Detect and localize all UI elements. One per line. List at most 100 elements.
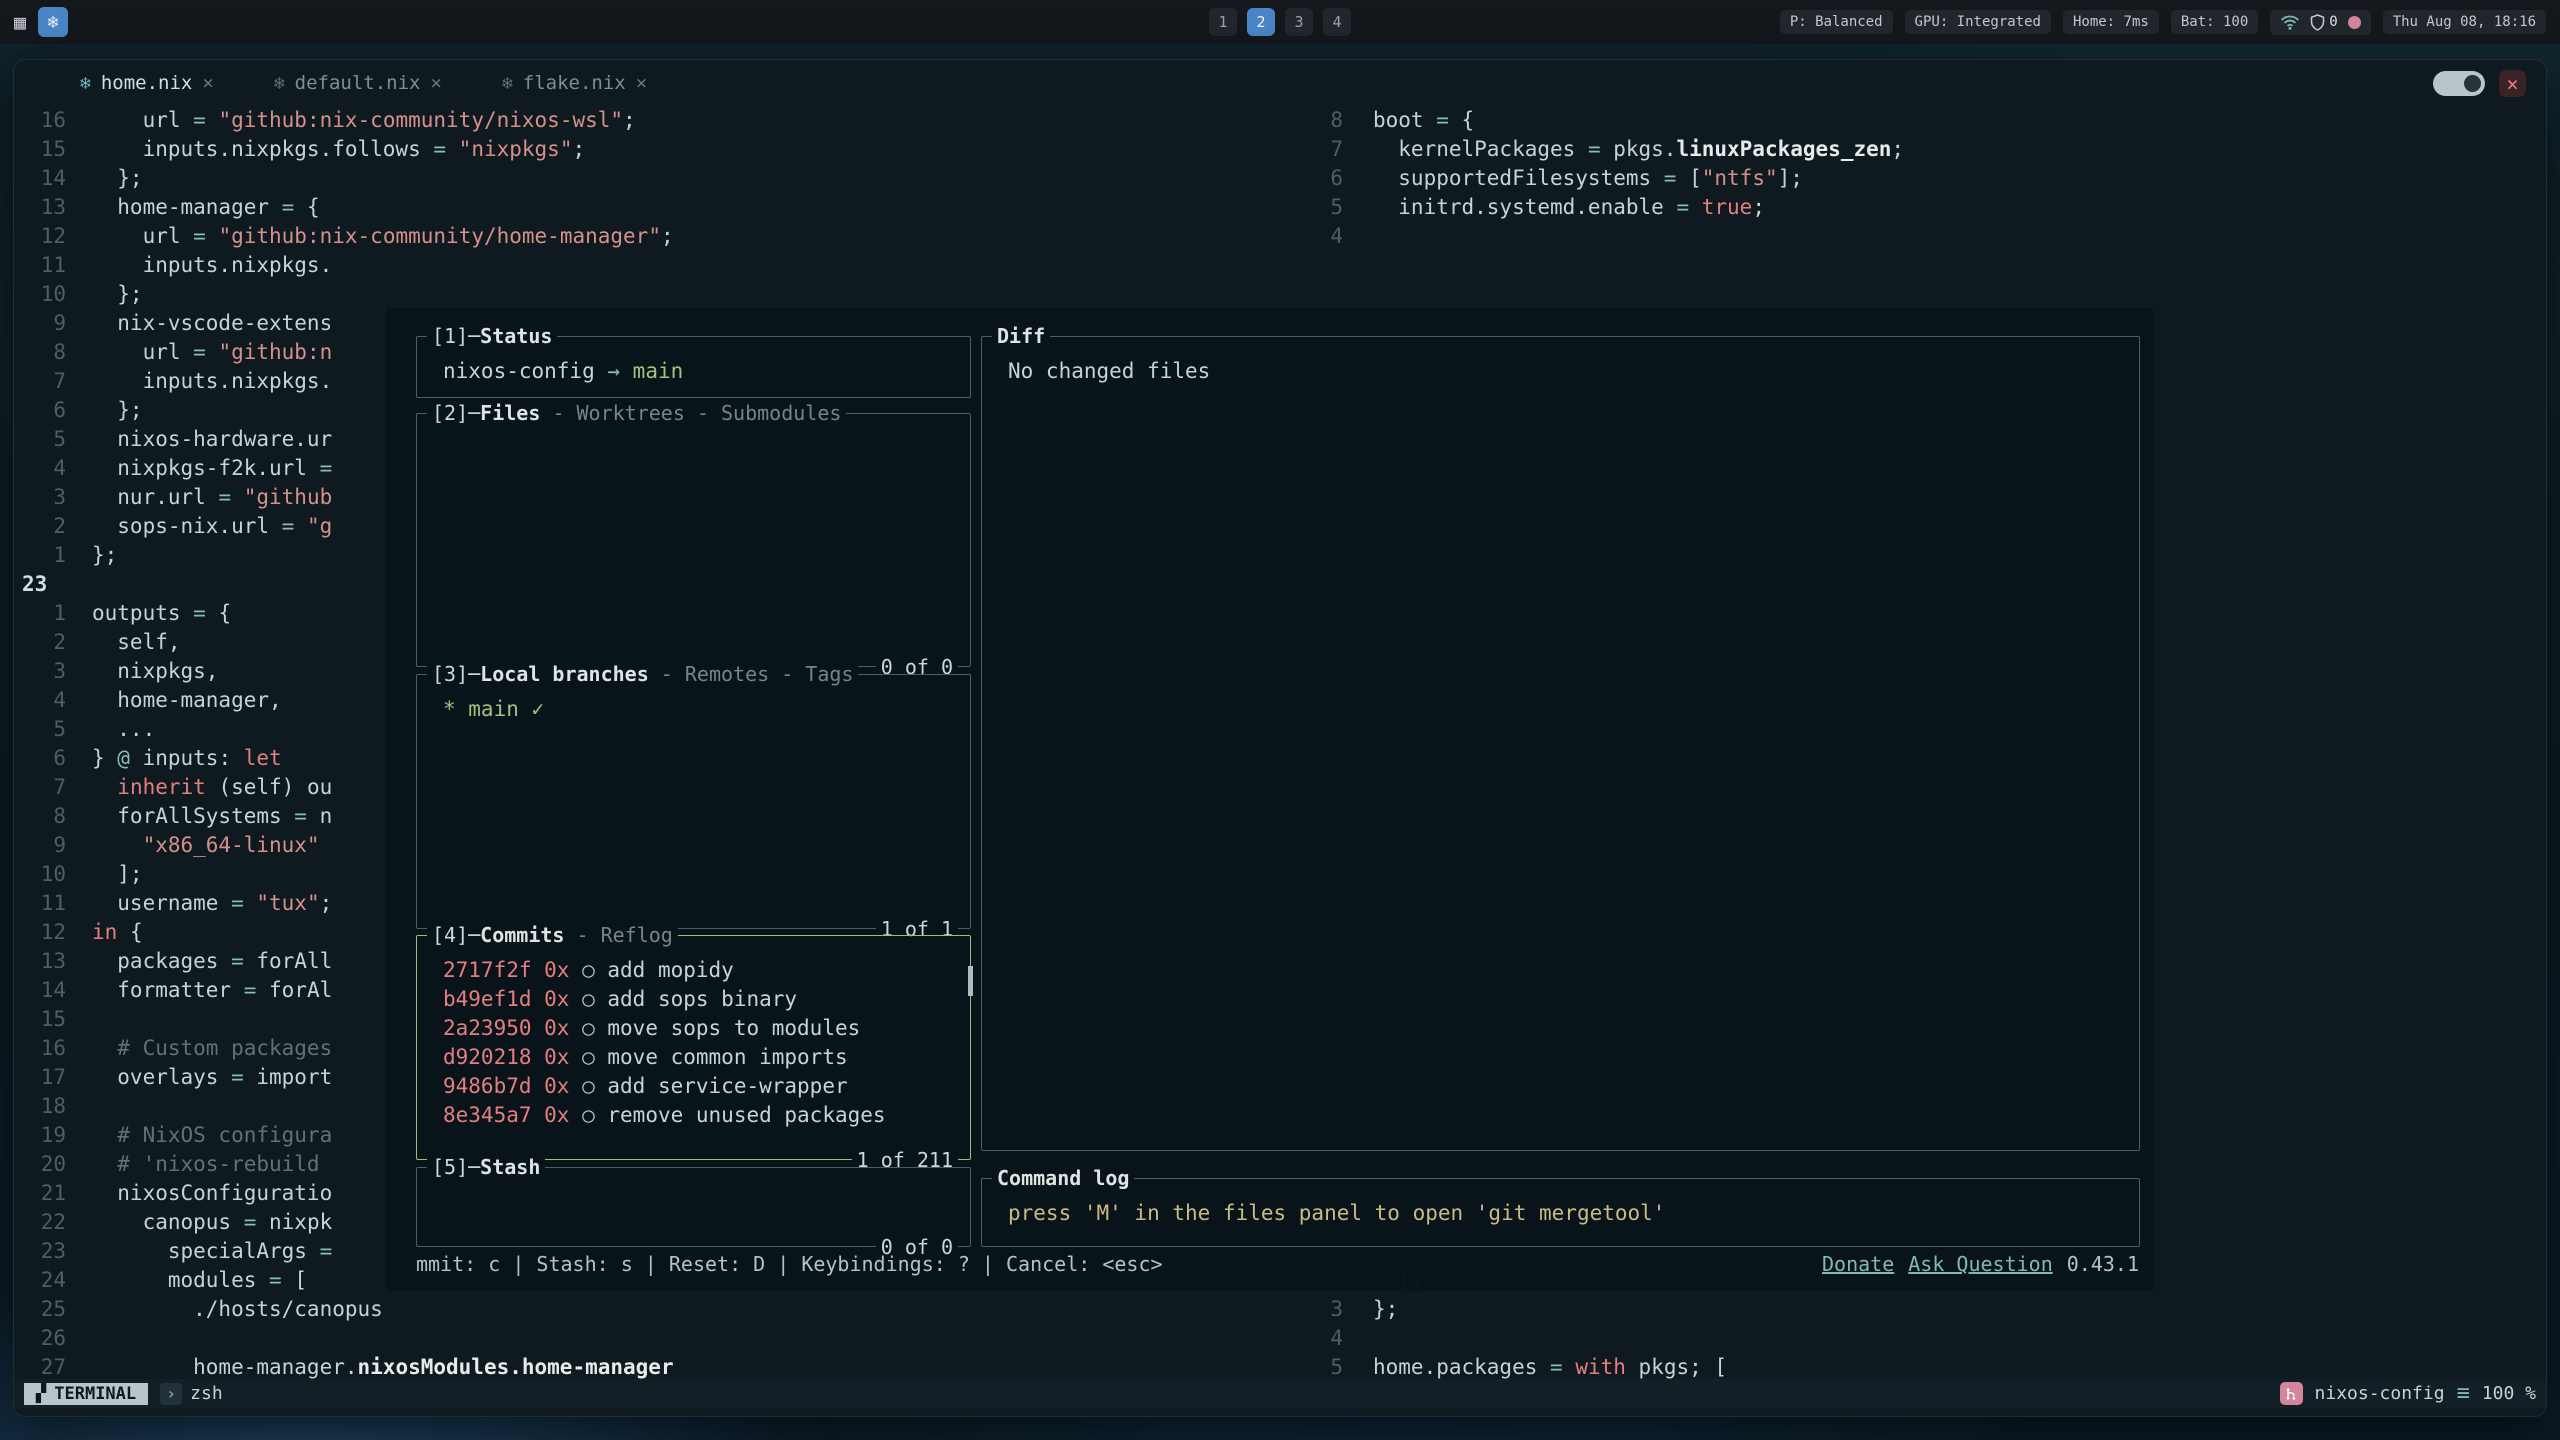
token: }; bbox=[92, 282, 143, 306]
gpu-chip: GPU: Integrated bbox=[1905, 10, 2051, 34]
tab-close-icon[interactable]: × bbox=[636, 72, 647, 94]
token: = bbox=[282, 195, 307, 219]
line-number: 4 bbox=[1321, 1324, 1351, 1353]
line-number: 8 bbox=[14, 338, 78, 367]
line-number: 5 bbox=[1321, 193, 1351, 222]
lazygit-branches-panel[interactable]: [3]─Local branches - Remotes - Tags 1 of… bbox=[416, 674, 971, 929]
line-text: packages = forAll bbox=[78, 947, 332, 976]
line-number: 11 bbox=[14, 889, 78, 918]
commits-content: 2717f2f 0x ○ add mopidyb49ef1d 0x ○ add … bbox=[417, 936, 970, 1159]
token: = bbox=[1588, 137, 1613, 161]
commit-row[interactable]: 2717f2f 0x ○ add mopidy bbox=[429, 956, 958, 985]
token: nur.url bbox=[92, 485, 218, 509]
app-launcher-icon[interactable]: ▦ bbox=[14, 12, 26, 32]
line-number: 15 bbox=[14, 135, 78, 164]
line-text: 2a23950 0x ○ move sops to modules bbox=[429, 1014, 860, 1043]
token: inputs.nixpkgs.follows bbox=[92, 137, 433, 161]
system-tray[interactable]: 0 bbox=[2270, 10, 2370, 35]
token: = bbox=[1436, 108, 1461, 132]
token: } bbox=[92, 746, 117, 770]
line-text: nix-vscode-extens bbox=[78, 309, 332, 338]
line-text: No changed files bbox=[994, 357, 1210, 386]
token: "nixpkgs" bbox=[459, 137, 573, 161]
scroll-percent: 100 % bbox=[2482, 1383, 2536, 1404]
text-line: press 'M' in the files panel to open 'gi… bbox=[994, 1199, 2127, 1228]
nixos-logo-tile[interactable]: ❄ bbox=[38, 7, 68, 37]
commit-row[interactable]: 8e345a7 0x ○ remove unused packages bbox=[429, 1101, 958, 1130]
terminal-mode-chip[interactable]: ▞ TERMINAL bbox=[24, 1383, 148, 1405]
line-number: 16 bbox=[14, 1034, 78, 1063]
token: 0x bbox=[544, 958, 582, 982]
commit-row[interactable]: 2a23950 0x ○ move sops to modules bbox=[429, 1014, 958, 1043]
line-number: 10 bbox=[14, 860, 78, 889]
window-close-button[interactable]: × bbox=[2499, 70, 2526, 97]
token: d920218 bbox=[443, 1045, 544, 1069]
line-text: # NixOS configura bbox=[78, 1121, 332, 1150]
line-number: 8 bbox=[14, 802, 78, 831]
line-text: inputs.nixpkgs.follows = "nixpkgs"; bbox=[78, 135, 585, 164]
workspace-4[interactable]: 4 bbox=[1323, 8, 1351, 36]
line-number: 1 bbox=[14, 599, 78, 628]
line-text: overlays = import bbox=[78, 1063, 332, 1092]
tab-flake-nix[interactable]: ❄ flake.nix × bbox=[476, 60, 673, 106]
window-toggle-pill[interactable] bbox=[2433, 71, 2485, 96]
commit-row[interactable]: b49ef1d 0x ○ add sops binary bbox=[429, 985, 958, 1014]
terminal-status-bar: ▞ TERMINAL › zsh nixos-config ≡ 100 % bbox=[14, 1379, 2546, 1408]
tab-home-nix[interactable]: ❄ home.nix × bbox=[54, 60, 240, 106]
line-number: 5 bbox=[1321, 1353, 1351, 1379]
token: 0x bbox=[544, 1045, 582, 1069]
token: inherit bbox=[117, 775, 206, 799]
token: ; bbox=[661, 224, 674, 248]
line-text: inherit (self) ou bbox=[78, 773, 332, 802]
line-text: press 'M' in the files panel to open 'gi… bbox=[994, 1199, 1665, 1228]
line-number: 13 bbox=[14, 193, 78, 222]
lazygit-command-log-panel[interactable]: Command log press 'M' in the files panel… bbox=[981, 1178, 2140, 1247]
token: 2a23950 bbox=[443, 1016, 544, 1040]
text-line: 3}; bbox=[1321, 1295, 2546, 1324]
line-text: url = "github:nix-community/home-manager… bbox=[78, 222, 674, 251]
workspace-1[interactable]: 1 bbox=[1209, 8, 1237, 36]
token: ./hosts/canopus bbox=[92, 1297, 383, 1321]
lazygit-commits-panel[interactable]: [4]─Commits - Reflog 1 of 211 2717f2f 0x… bbox=[416, 935, 971, 1160]
token: = bbox=[193, 108, 218, 132]
token: ; bbox=[623, 108, 636, 132]
ask-question-link[interactable]: Ask Question bbox=[1908, 1252, 2053, 1276]
terminal-window: ❄ home.nix × ❄ default.nix × ❄ flake.nix… bbox=[13, 59, 2547, 1417]
files-content bbox=[417, 414, 970, 666]
token: ; bbox=[1752, 195, 1765, 219]
text-line: nixos-config → main bbox=[429, 357, 958, 386]
line-number: 13 bbox=[14, 947, 78, 976]
lazygit-stash-panel[interactable]: [5]─Stash 0 of 0 bbox=[416, 1167, 971, 1247]
workspace-2-active[interactable]: 2 bbox=[1247, 8, 1275, 36]
line-number: 9 bbox=[14, 831, 78, 860]
token: 0x bbox=[544, 1074, 582, 1098]
donate-link[interactable]: Donate bbox=[1822, 1252, 1894, 1276]
token: b49ef1d bbox=[443, 987, 544, 1011]
line-text: in { bbox=[78, 918, 143, 947]
lazygit-diff-panel[interactable]: Diff No changed files bbox=[981, 336, 2140, 1151]
line-number: 22 bbox=[14, 1208, 78, 1237]
tab-close-icon[interactable]: × bbox=[431, 72, 442, 94]
commit-row[interactable]: 9486b7d 0x ○ add service-wrapper bbox=[429, 1072, 958, 1101]
text-line: 12 url = "github:nix-community/home-mana… bbox=[14, 222, 1321, 251]
line-text: url = "github:n bbox=[78, 338, 332, 367]
text-line[interactable]: * main ✓ bbox=[429, 695, 958, 724]
tab-default-nix[interactable]: ❄ default.nix × bbox=[248, 60, 468, 106]
workspace-3[interactable]: 3 bbox=[1285, 8, 1313, 36]
tab-label: home.nix bbox=[101, 72, 193, 94]
token: = bbox=[231, 949, 256, 973]
text-line: No changed files bbox=[994, 357, 2127, 386]
token: home.packages bbox=[1373, 1355, 1550, 1379]
commit-row[interactable]: d920218 0x ○ move common imports bbox=[429, 1043, 958, 1072]
lazygit-status-panel[interactable]: [1]─Status nixos-config → main bbox=[416, 336, 971, 398]
lazygit-files-panel[interactable]: [2]─Files - Worktrees - Submodules 0 of … bbox=[416, 413, 971, 667]
shell-indicator[interactable]: › zsh bbox=[160, 1383, 223, 1405]
git-branch-icon bbox=[2280, 1382, 2303, 1405]
token: "ntfs" bbox=[1702, 166, 1778, 190]
line-number: 25 bbox=[14, 1295, 78, 1324]
token: { bbox=[307, 195, 320, 219]
line-number: 7 bbox=[14, 773, 78, 802]
line-text: } @ inputs: let bbox=[78, 744, 282, 773]
shell-name: zsh bbox=[190, 1383, 223, 1404]
tab-close-icon[interactable]: × bbox=[202, 72, 213, 94]
